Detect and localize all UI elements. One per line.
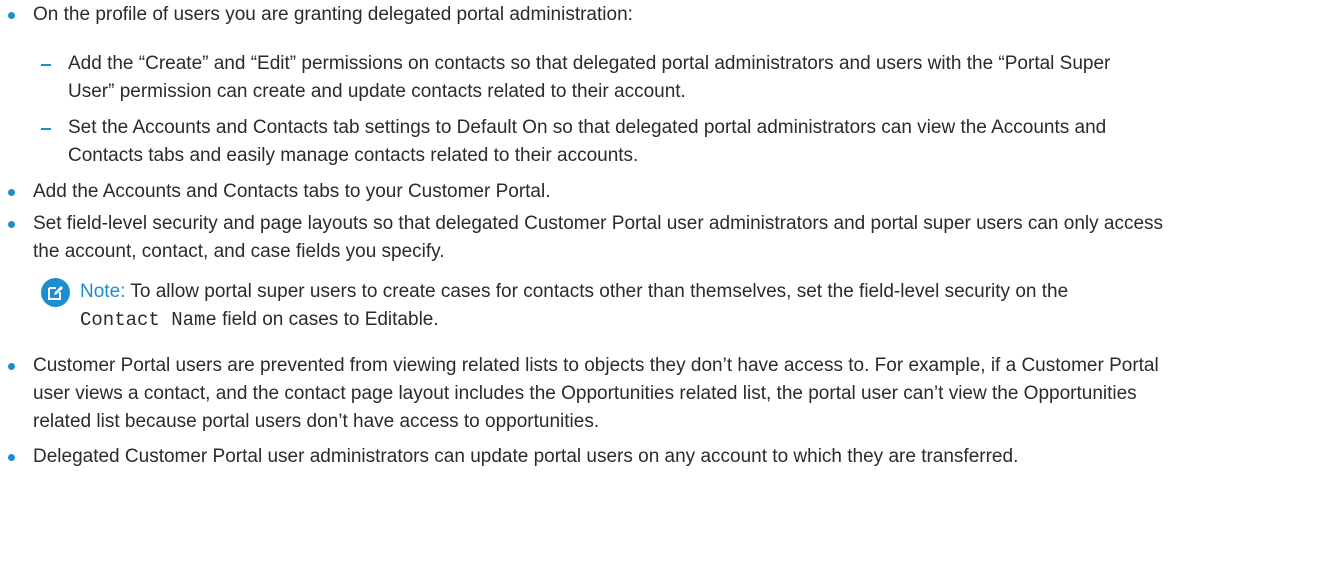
item-4-line-3: related list because portal users don’t … — [33, 411, 600, 432]
sub-1-line-1: Add the “Create” and “Edit” permissions … — [68, 53, 1111, 74]
item-4-line-1: Customer Portal users are prevented from… — [33, 355, 1159, 376]
sub-2-line-1: Set the Accounts and Contacts tab settin… — [68, 117, 1107, 138]
item-2-line-1: Add the Accounts and Contacts tabs to yo… — [33, 181, 551, 202]
item-5-line-1: Delegated Customer Portal user administr… — [33, 446, 1019, 467]
note-label: Note: — [80, 281, 126, 302]
bullet-icon — [8, 454, 15, 461]
sub-1-line-2: User” permission can create and update c… — [68, 81, 686, 102]
dash-icon — [41, 64, 51, 66]
note-text-rest: field on cases to Editable. — [222, 309, 439, 330]
bullet-icon — [8, 221, 15, 228]
bullet-icon — [8, 189, 15, 196]
note-line-1: Note: To allow portal super users to cre… — [80, 278, 1068, 306]
dash-icon — [41, 128, 51, 130]
item-3-line-1: Set field-level security and page layout… — [33, 213, 1164, 234]
note-text: To allow portal super users to create ca… — [130, 281, 1069, 302]
item-4-line-2: user views a contact, and the contact pa… — [33, 383, 1137, 404]
item-3-line-2: the account, contact, and case fields yo… — [33, 241, 445, 262]
sub-2-line-2: Contacts tabs and easily manage contacts… — [68, 145, 639, 166]
bullet-icon — [8, 363, 15, 370]
note-code: Contact Name — [80, 309, 217, 331]
bullet-icon — [8, 12, 15, 19]
item-1-line-1: On the profile of users you are granting… — [33, 4, 633, 25]
note-line-2: Contact Name field on cases to Editable. — [80, 306, 439, 334]
edit-note-icon — [41, 278, 70, 307]
